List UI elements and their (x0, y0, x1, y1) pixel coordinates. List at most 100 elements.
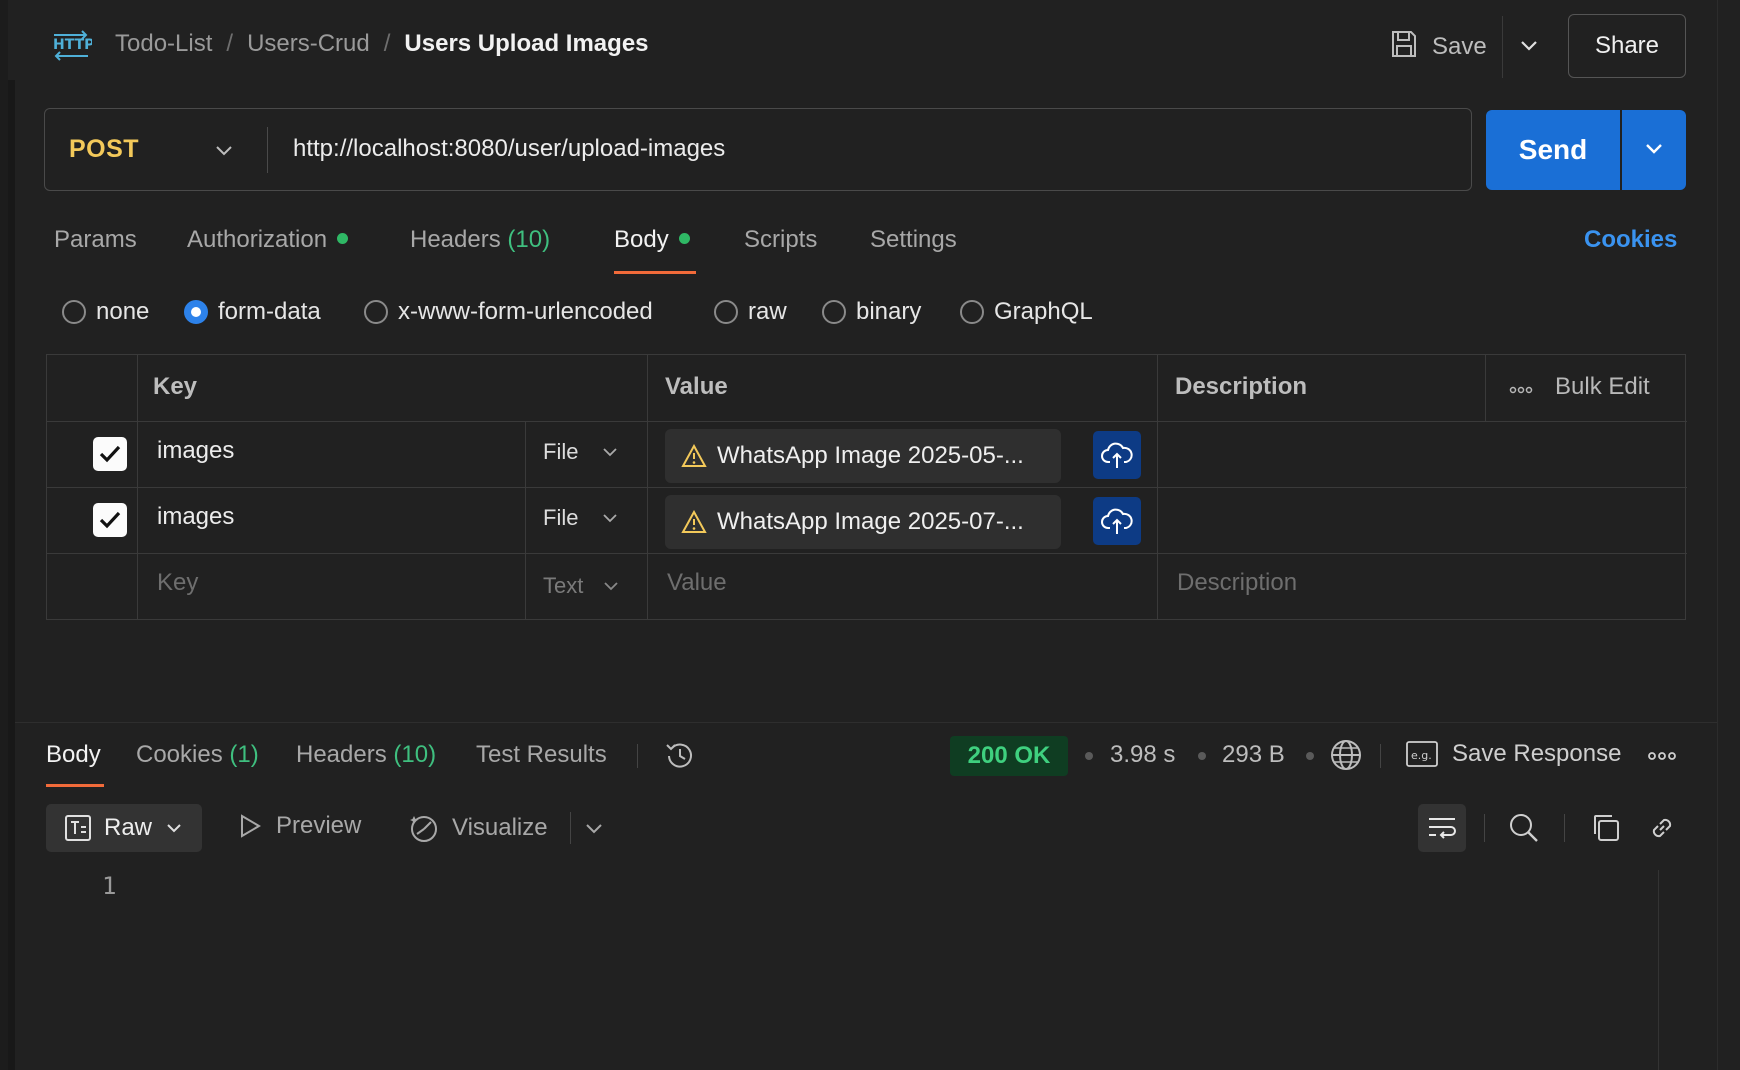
save-label: Save (1432, 33, 1487, 60)
response-size[interactable]: 293 B (1222, 741, 1285, 769)
request-title[interactable]: Users Upload Images (404, 30, 648, 58)
tab-params[interactable]: Params (54, 226, 137, 254)
param-key[interactable]: images (157, 437, 234, 465)
radio-raw[interactable]: raw (714, 298, 787, 326)
row-checkbox[interactable] (93, 503, 127, 537)
breadcrumb-separator: / (383, 30, 391, 57)
param-type-select[interactable]: File (543, 505, 620, 531)
radio-circle (960, 300, 984, 324)
share-button[interactable]: Share (1568, 14, 1686, 78)
tab-body[interactable]: Body (614, 226, 690, 254)
save-response-button[interactable]: e.g. Save Response (1406, 740, 1621, 768)
right-edge (1717, 0, 1740, 1070)
file-value-chip[interactable]: WhatsApp Image 2025-07-... (665, 495, 1061, 549)
text-format-icon (65, 815, 91, 841)
radio-binary[interactable]: binary (822, 298, 921, 326)
chevron-down-icon (603, 448, 618, 457)
tab-scripts[interactable]: Scripts (744, 226, 817, 254)
radio-circle-selected (184, 300, 208, 324)
left-sidebar-edge (8, 80, 15, 1070)
active-tab-indicator (46, 784, 104, 787)
table-divider (47, 487, 1687, 488)
param-key[interactable]: images (157, 503, 234, 531)
status-badge[interactable]: 200 OK (950, 736, 1068, 776)
link-icon[interactable] (1644, 810, 1680, 846)
tab-authorization[interactable]: Authorization (187, 226, 349, 254)
cloud-upload-icon (1101, 508, 1133, 534)
visualize-icon (410, 816, 437, 842)
radio-none[interactable]: none (62, 298, 149, 326)
save-icon (1390, 29, 1418, 66)
cloud-upload-icon (1101, 442, 1133, 468)
wrap-lines-button[interactable] (1418, 804, 1466, 852)
search-icon[interactable] (1506, 810, 1542, 846)
send-options-button[interactable] (1622, 110, 1686, 190)
copy-icon[interactable] (1588, 810, 1624, 846)
new-value-input[interactable]: Value (667, 569, 727, 597)
response-tab-test-results[interactable]: Test Results (476, 741, 607, 769)
save-button[interactable]: Save (1390, 26, 1487, 68)
format-select[interactable]: Raw (46, 804, 202, 852)
divider (637, 744, 638, 768)
radio-urlencoded[interactable]: x-www-form-urlencoded (364, 298, 653, 326)
method-select[interactable]: POST (69, 135, 139, 164)
request-header: HTTP Todo-List / Users-Crud / Users Uplo… (0, 0, 1717, 92)
param-type-select[interactable]: File (543, 439, 620, 465)
send-button[interactable]: Send (1486, 110, 1620, 190)
status-dot (337, 233, 349, 245)
file-value-chip[interactable]: WhatsApp Image 2025-05-... (665, 429, 1061, 483)
check-icon (99, 445, 121, 463)
breadcrumb-collection[interactable]: Todo-List (115, 30, 212, 58)
chevron-down-icon (167, 824, 181, 833)
response-tab-headers[interactable]: Headers (10) (296, 741, 436, 769)
new-type-select[interactable]: Text (543, 573, 621, 599)
separator-dot (1085, 752, 1093, 760)
chevron-down-icon[interactable] (576, 810, 612, 846)
editor-scrollbar[interactable] (1658, 870, 1686, 1070)
radio-form-data[interactable]: form-data (184, 298, 321, 326)
divider (1380, 744, 1381, 768)
more-options-icon[interactable] (1644, 738, 1680, 774)
radio-circle (364, 300, 388, 324)
url-bar: POST http://localhost:8080/user/upload-i… (44, 108, 1472, 191)
bulk-edit-button[interactable]: Bulk Edit (1555, 373, 1650, 401)
separator-dot (1306, 752, 1314, 760)
table-divider (47, 553, 1687, 554)
new-description-input[interactable]: Description (1177, 569, 1297, 597)
status-dot (678, 233, 690, 245)
tab-settings[interactable]: Settings (870, 226, 957, 254)
visualize-button[interactable]: Visualize (408, 812, 548, 844)
more-options-icon[interactable] (1509, 373, 1533, 401)
new-key-input[interactable]: Key (157, 569, 198, 597)
column-header-key: Key (153, 373, 198, 400)
radio-graphql[interactable]: GraphQL (960, 298, 1093, 326)
form-data-table: Key Value Description Bulk Edit images F… (46, 354, 1687, 620)
row-checkbox[interactable] (93, 437, 127, 471)
bulk-edit-area: Bulk Edit (1509, 373, 1650, 401)
response-tab-body[interactable]: Body (46, 741, 101, 769)
radio-circle (714, 300, 738, 324)
response-tab-cookies[interactable]: Cookies (1) (136, 741, 259, 769)
upload-file-button[interactable] (1093, 431, 1141, 479)
globe-icon[interactable] (1328, 737, 1364, 773)
chevron-down-icon (604, 582, 618, 591)
divider (267, 127, 268, 173)
cookies-link[interactable]: Cookies (1584, 226, 1677, 254)
response-time[interactable]: 3.98 s (1110, 741, 1175, 769)
example-icon: e.g. (1406, 741, 1438, 767)
breadcrumb-folder[interactable]: Users-Crud (247, 30, 370, 58)
http-icon: HTTP (52, 30, 94, 62)
line-number: 1 (102, 872, 117, 900)
warning-icon (681, 444, 707, 467)
chevron-down-icon (1641, 135, 1667, 166)
response-divider[interactable] (15, 722, 1717, 723)
divider (1564, 814, 1565, 842)
history-icon[interactable] (662, 738, 698, 774)
tab-headers[interactable]: Headers (10) (410, 226, 550, 254)
url-input[interactable]: http://localhost:8080/user/upload-images (293, 135, 725, 163)
preview-button[interactable]: Preview (238, 812, 361, 840)
upload-file-button[interactable] (1093, 497, 1141, 545)
chevron-down-icon[interactable] (211, 137, 237, 163)
chevron-down-icon[interactable] (1516, 32, 1542, 58)
warning-icon (681, 510, 707, 533)
